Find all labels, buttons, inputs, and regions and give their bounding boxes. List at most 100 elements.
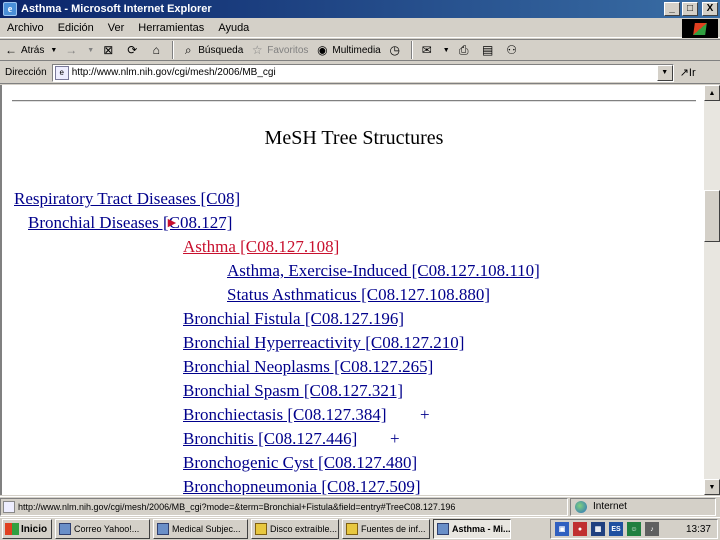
volume-icon[interactable]: ♪ (645, 522, 659, 536)
minimize-button[interactable]: _ (664, 2, 680, 16)
windows-logo-icon (682, 19, 718, 38)
tree-link-bronchial-neoplasms[interactable]: Bronchial Neoplasms [C08.127.265] (183, 357, 433, 377)
history-icon: ◷ (389, 43, 400, 57)
tree-link-bronchitis[interactable]: Bronchitis [C08.127.446] (183, 429, 357, 449)
favorites-icon: ☆ (251, 43, 263, 57)
address-dropdown-icon[interactable]: ▼ (656, 64, 673, 81)
go-button[interactable]: ↗ Ir (680, 66, 696, 80)
forward-arrow-icon: → (65, 43, 78, 57)
messenger-icon: ⚇ (506, 43, 518, 57)
tree-link-respiratory-tract-diseases[interactable]: Respiratory Tract Diseases [C08] (14, 189, 240, 209)
page-title: MeSH Tree Structures (264, 127, 444, 149)
task-button-medical[interactable]: Medical Subjec... (153, 519, 248, 539)
favorites-button[interactable]: ☆ Favoritos (246, 40, 311, 60)
ie-icon (157, 523, 169, 535)
tree-link-bronchial-hyperreactivity[interactable]: Bronchial Hyperreactivity [C08.127.210] (183, 333, 464, 353)
task-label: Medical Subjec... (172, 524, 241, 534)
system-tray: ▣ ● ▦ ES ☺ ♪ 13:37 (550, 519, 718, 539)
internet-globe-icon (575, 500, 587, 513)
forward-button[interactable]: → (60, 40, 84, 60)
clock: 13:37 (685, 523, 711, 535)
back-arrow-icon: ← (5, 43, 17, 57)
edit-button[interactable]: ▤ (477, 40, 501, 60)
history-button[interactable]: ◷ (384, 40, 408, 60)
status-zone: Internet (570, 497, 716, 516)
multimedia-icon: ◉ (317, 43, 328, 57)
page-icon: e (54, 65, 69, 80)
refresh-button[interactable]: ⟳ (121, 40, 145, 60)
task-button-fuentes[interactable]: Fuentes de inf... (342, 519, 430, 539)
task-label: Asthma - Mi... (452, 524, 511, 534)
window-title: Asthma - Microsoft Internet Explorer (21, 3, 212, 15)
folder-icon (346, 523, 358, 535)
tree-link-bronchial-diseases[interactable]: Bronchial Diseases [C08.127] (28, 213, 232, 233)
tree-link-bronchiectasis[interactable]: Bronchiectasis [C08.127.384] (183, 405, 387, 425)
menu-archivo[interactable]: Archivo (0, 22, 51, 34)
task-label: Disco extraíble... (270, 524, 338, 534)
task-button-yahoo[interactable]: Correo Yahoo!... (55, 519, 150, 539)
status-page-icon (3, 500, 15, 513)
scroll-down-icon[interactable]: ▼ (704, 479, 720, 495)
expand-plus-icon[interactable]: + (420, 405, 430, 425)
start-button[interactable]: Inicio (2, 519, 52, 539)
toolbar-separator (410, 41, 413, 59)
address-label: Dirección (5, 67, 47, 78)
edit-icon: ▤ (482, 43, 494, 57)
search-button[interactable]: ⌕ Búsqueda (177, 40, 246, 60)
scroll-up-icon[interactable]: ▲ (704, 85, 720, 101)
folder-icon (255, 523, 267, 535)
close-button[interactable]: X (702, 2, 718, 16)
antivirus-icon[interactable]: ● (573, 522, 587, 536)
home-button[interactable]: ⌂ (145, 40, 169, 60)
task-button-asthma[interactable]: Asthma - Mi... (433, 519, 511, 539)
multimedia-button[interactable]: ◉ Multimedia (311, 40, 383, 60)
forward-dropdown-icon[interactable]: ▼ (87, 47, 94, 54)
scroll-thumb[interactable] (704, 190, 720, 242)
messenger-button[interactable]: ⚇ (501, 40, 525, 60)
print-button[interactable]: ⎙ (453, 40, 477, 60)
address-bar: Dirección e ▼ ↗ Ir (0, 62, 720, 84)
menu-ver[interactable]: Ver (101, 22, 132, 34)
address-input[interactable] (71, 67, 652, 78)
zone-label: Internet (593, 501, 627, 512)
current-node-arrow-icon: ► (165, 216, 179, 231)
language-icon[interactable]: ES (609, 522, 623, 536)
go-label: Ir (688, 66, 696, 79)
messenger-icon[interactable]: ☺ (627, 522, 641, 536)
back-button[interactable]: ← Atrás (0, 40, 47, 60)
menu-bar: Archivo Edición Ver Herramientas Ayuda (0, 18, 720, 38)
menu-edicion[interactable]: Edición (51, 22, 101, 34)
display-icon[interactable]: ▦ (591, 522, 605, 536)
taskbar: Inicio Correo Yahoo!... Medical Subjec..… (0, 517, 720, 540)
stop-button[interactable]: ⊠ (97, 40, 121, 60)
maximize-button[interactable]: □ (682, 2, 698, 16)
address-field[interactable]: e ▼ (51, 63, 674, 82)
task-button-disco[interactable]: Disco extraíble... (251, 519, 339, 539)
vertical-scrollbar[interactable]: ▲ ▼ (704, 85, 720, 495)
search-icon: ⌕ (184, 42, 192, 57)
back-dropdown-icon[interactable]: ▼ (50, 47, 57, 54)
tree-link-bronchial-fistula[interactable]: Bronchial Fistula [C08.127.196] (183, 309, 404, 329)
tree-link-bronchial-spasm[interactable]: Bronchial Spasm [C08.127.321] (183, 381, 403, 401)
network-icon[interactable]: ▣ (555, 522, 569, 536)
mail-dropdown-icon[interactable]: ▼ (443, 47, 450, 54)
tree-link-bronchopneumonia[interactable]: Bronchopneumonia [C08.127.509] (183, 477, 421, 495)
task-label: Fuentes de inf... (361, 524, 426, 534)
search-label: Búsqueda (198, 44, 244, 56)
home-icon: ⌂ (152, 43, 160, 57)
ie-icon: e (3, 2, 17, 16)
expand-plus-icon[interactable]: + (390, 429, 400, 449)
ie-icon (437, 523, 449, 535)
tree-link-asthma-exercise-induced[interactable]: Asthma, Exercise-Induced [C08.127.108.11… (227, 261, 540, 281)
status-text: http://www.nlm.nih.gov/cgi/mesh/2006/MB_… (18, 501, 456, 512)
multimedia-label: Multimedia (332, 44, 381, 56)
tree-link-asthma-current[interactable]: Asthma [C08.127.108] (183, 237, 339, 257)
tree-link-status-asthmaticus[interactable]: Status Asthmaticus [C08.127.108.880] (227, 285, 490, 305)
menu-ayuda[interactable]: Ayuda (211, 22, 256, 34)
toolbar-separator (172, 41, 175, 59)
menu-herramientas[interactable]: Herramientas (131, 22, 211, 34)
mail-button[interactable]: ✉ (416, 40, 440, 60)
status-text-area: http://www.nlm.nih.gov/cgi/mesh/2006/MB_… (0, 497, 568, 516)
tree-link-bronchogenic-cyst[interactable]: Bronchogenic Cyst [C08.127.480] (183, 453, 417, 473)
windows-flag-icon (5, 523, 19, 535)
